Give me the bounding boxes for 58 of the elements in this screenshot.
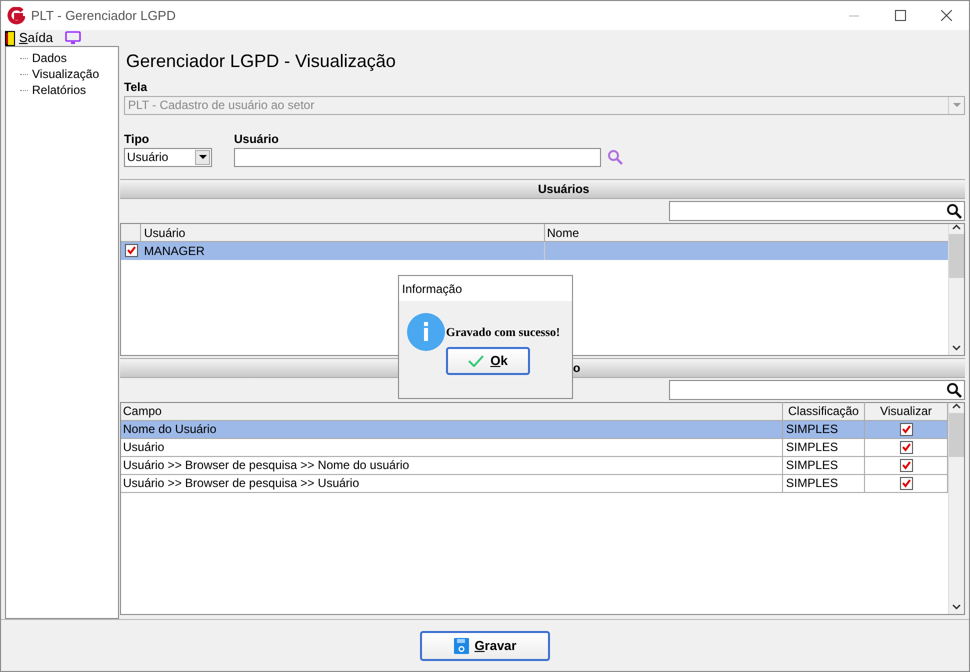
dialog-title: Informação bbox=[402, 280, 462, 298]
table-cell: SIMPLES bbox=[783, 420, 865, 438]
table-cell: MANAGER bbox=[141, 242, 545, 260]
dialog-message: Gravado com sucesso! bbox=[446, 324, 560, 341]
table-row[interactable]: Usuário >> Browser de pesquisa >> Nome do usuário SIMPLES bbox=[121, 456, 948, 474]
scroll-up-icon[interactable] bbox=[952, 402, 961, 408]
field-label: Tela bbox=[124, 78, 148, 96]
type-select[interactable]: Usuário bbox=[124, 148, 212, 167]
tree-item[interactable]: Relatórios bbox=[32, 81, 86, 99]
window-title: PLT - Gerenciador LGPD bbox=[31, 6, 176, 25]
table-cell: SIMPLES bbox=[783, 456, 865, 474]
section-title: o bbox=[573, 360, 580, 377]
user-input[interactable] bbox=[234, 148, 601, 167]
tree-item[interactable]: Visualização bbox=[32, 65, 100, 83]
column-header[interactable]: Campo bbox=[121, 402, 783, 420]
table-cell: Usuário bbox=[121, 438, 783, 456]
info-icon bbox=[407, 313, 445, 351]
checkbox[interactable] bbox=[900, 440, 912, 454]
exit-menu[interactable]: Saída bbox=[5, 30, 53, 46]
checkmark-icon bbox=[468, 355, 484, 367]
dropdown-icon[interactable] bbox=[195, 150, 210, 165]
scroll-up-icon[interactable] bbox=[952, 224, 961, 230]
field-label: Tipo bbox=[124, 130, 150, 148]
table-cell: SIMPLES bbox=[783, 438, 865, 456]
checkbox[interactable] bbox=[900, 476, 912, 490]
scroll-down-icon[interactable] bbox=[952, 344, 961, 351]
filter-field[interactable] bbox=[669, 380, 965, 400]
monitor-icon[interactable] bbox=[64, 31, 81, 45]
save-button[interactable]: Gravar bbox=[420, 630, 550, 660]
column-header[interactable]: Usuário bbox=[141, 224, 545, 241]
scrollbar[interactable] bbox=[948, 224, 964, 355]
ok-button[interactable]: Ok bbox=[446, 347, 530, 375]
section-title: Usuários bbox=[538, 180, 590, 198]
scrollbar[interactable] bbox=[948, 402, 964, 614]
table-cell: Usuário >> Browser de pesquisa >> Usuário bbox=[121, 474, 783, 492]
table-cell: SIMPLES bbox=[783, 474, 865, 492]
door-icon bbox=[5, 30, 15, 46]
table-row[interactable]: Usuário >> Browser de pesquisa >> Usuário SIMPLES bbox=[121, 474, 948, 492]
scroll-thumb[interactable] bbox=[949, 412, 964, 456]
table-cell: Usuário >> Browser de pesquisa >> Nome do usuário bbox=[121, 456, 783, 474]
app-logo-icon bbox=[7, 6, 25, 24]
checkbox[interactable] bbox=[900, 422, 912, 436]
field-label: Usuário bbox=[234, 130, 280, 148]
table-row[interactable]: Usuário SIMPLES bbox=[121, 438, 948, 456]
filter-field[interactable] bbox=[669, 200, 965, 221]
tree-item[interactable]: Dados bbox=[32, 49, 67, 67]
search-icon[interactable] bbox=[946, 202, 962, 219]
column-header[interactable]: Nome bbox=[545, 224, 948, 241]
search-icon[interactable] bbox=[946, 382, 962, 398]
checkbox[interactable] bbox=[124, 244, 138, 258]
table-row[interactable]: MANAGER bbox=[121, 242, 948, 260]
column-header[interactable]: Classificação bbox=[783, 402, 865, 420]
scroll-down-icon[interactable] bbox=[952, 604, 961, 610]
checkbox[interactable] bbox=[900, 458, 912, 472]
table-cell: Nome do Usuário bbox=[121, 420, 783, 438]
scroll-thumb[interactable] bbox=[949, 234, 964, 278]
page-heading: Gerenciador LGPD - Visualização bbox=[126, 50, 397, 73]
table-row[interactable]: Nome do Usuário SIMPLES bbox=[121, 420, 948, 438]
